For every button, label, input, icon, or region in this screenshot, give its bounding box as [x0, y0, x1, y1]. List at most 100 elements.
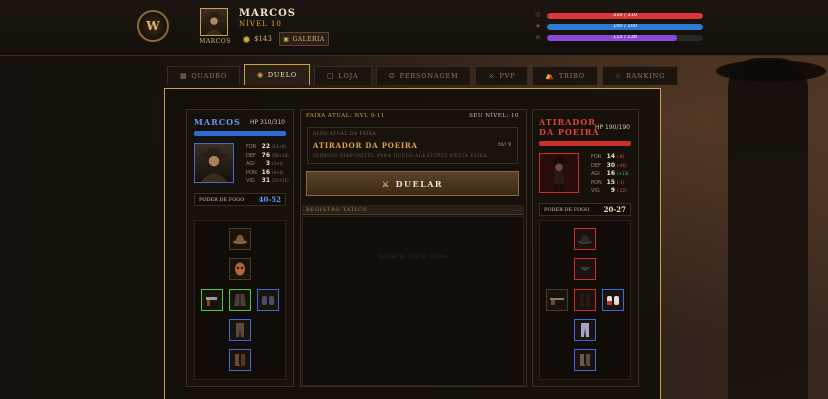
boots-icon [235, 354, 245, 366]
player-avatar[interactable] [200, 8, 228, 36]
range-header: FAIXA ATUAL: NVL 9-11 SEU NÍVEL: 10 [306, 113, 519, 119]
player-hp-bar [194, 131, 286, 136]
stat-value: 22 [261, 143, 270, 150]
stat-bar-text: 310 / 310 [613, 12, 637, 18]
stat-row-pon: PON 15 (-1) [591, 179, 629, 188]
stat-bonus: (-22) [617, 188, 627, 193]
stat-row-agi: AGI 16 (+13) [591, 170, 629, 179]
stat-row-for: FOR 14 (-8) [591, 153, 629, 162]
game-logo[interactable]: W [137, 10, 169, 42]
enemy-slot-coat[interactable] [574, 289, 596, 311]
tactical-log[interactable]: NENHUM DUELO AINDA [302, 216, 524, 386]
slot-coat[interactable] [229, 289, 251, 311]
gloves-icon [607, 296, 619, 305]
bandana-icon [580, 267, 590, 271]
logo-text: W [146, 19, 160, 33]
top-header: W MARCOS MARCOS NÍVEL 10 $143 ▣ GALERIA … [0, 0, 828, 56]
rifle-icon [550, 298, 564, 305]
header-stat-bar: ✧ 100 / 100 [535, 23, 703, 30]
slot-hat[interactable] [229, 228, 251, 250]
enemy-name-line1: ATIRADOR [539, 117, 596, 127]
revolver-icon [206, 297, 217, 306]
tab-label: QUADRO [191, 72, 227, 80]
player-stats: FOR 22 (14+8) DEF 76 (58+18) AGI 3 (3+0) PON 16 (8+… [246, 143, 289, 186]
tactical-log-header: REGISTRO TÁTICO ... [302, 205, 524, 215]
avatar-label: MARCOS [199, 38, 231, 45]
stat-bonus: (-8) [617, 154, 625, 159]
tab-tribo[interactable]: ⛺ TRIBO [532, 66, 598, 85]
tab-label: RANKING [625, 72, 666, 80]
enemy-slot-hat[interactable] [574, 228, 596, 250]
main-tabs: ▦ QUADRO ◉ DUELO ▢ LOJA ☺ PERSONAGEM ⚔ PVP ⛺ TRIBO ☆… [167, 64, 679, 85]
tab-personagem[interactable]: ☺ PERSONAGEM [375, 66, 472, 85]
enemy-slot-boots[interactable] [574, 349, 596, 371]
header-stat-bar: ♡ 310 / 310 [535, 12, 703, 19]
background-cowboy [728, 58, 808, 399]
stat-key: PON [246, 169, 257, 176]
stat-bar-track: 310 / 310 [547, 12, 703, 19]
stat-value: 16 [606, 170, 615, 177]
hat-icon [578, 235, 592, 244]
hat-icon [233, 235, 247, 244]
gunslinger-portrait-icon [540, 154, 578, 192]
stat-key: FOR [591, 154, 602, 160]
gloves-icon [262, 296, 274, 305]
tab-label: DUELO [267, 71, 297, 79]
stat-value: 30 [606, 161, 615, 169]
gold-amount: $143 [254, 35, 272, 43]
stat-value: 76 [261, 151, 270, 159]
slot-weapon[interactable] [201, 289, 223, 311]
stat-key: DEF [591, 162, 601, 169]
tab-ranking[interactable]: ☆ RANKING [601, 66, 679, 85]
player-firepower: PODER DE FOGO 40-52 [194, 193, 286, 206]
duel-icon: ◉ [256, 71, 264, 79]
enemy-slot-pants[interactable] [574, 319, 596, 341]
stat-value: 15 [606, 178, 615, 186]
stat-bonus: (14+8) [272, 144, 287, 149]
enemy-hp-bar [539, 141, 631, 146]
tab-quadro[interactable]: ▦ QUADRO [167, 66, 240, 85]
stat-value: 31 [261, 177, 270, 184]
stat-key: VIG [246, 178, 255, 184]
stat-bar-track: 100 / 100 [547, 23, 703, 30]
duel-button[interactable]: ⚔ DUELAR [306, 171, 519, 196]
slot-mask[interactable] [229, 258, 251, 280]
player-level: NÍVEL 10 [239, 20, 282, 28]
enemy-equipment [539, 220, 631, 380]
tab-loja[interactable]: ▢ LOJA [313, 66, 372, 85]
enemy-slot-gloves[interactable] [602, 289, 624, 311]
slot-gloves[interactable] [257, 289, 279, 311]
your-level: SEU NÍVEL: 10 [469, 113, 519, 119]
tactical-log-more[interactable]: ... [513, 207, 520, 213]
tab-duelo[interactable]: ◉ DUELO [243, 64, 310, 85]
stat-row-def: DEF 30 (-46) [591, 162, 629, 171]
stat-bonus: (58+18) [272, 152, 289, 158]
gallery-button[interactable]: ▣ GALERIA [279, 32, 329, 46]
slot-boots[interactable] [229, 349, 251, 371]
enemy-slot-weapon[interactable] [546, 289, 568, 311]
stat-row-def: DEF 76 (58+18) [246, 152, 289, 161]
coat-icon [234, 294, 246, 306]
stat-bonus: (-1) [617, 179, 625, 185]
slot-pants[interactable] [229, 319, 251, 341]
board-icon: ▦ [180, 72, 188, 80]
player-name: MARCOS [239, 8, 297, 19]
stat-bar-text: 115 / 138 [613, 34, 637, 40]
stat-key: PON [591, 179, 602, 186]
character-icon: ☺ [388, 72, 396, 80]
gallery-icon: ▣ [283, 35, 290, 43]
stat-row-vig: VIG 31 (20+11) [246, 177, 289, 186]
stat-bonus: (20+11) [272, 178, 289, 183]
player-equipment [194, 220, 286, 380]
pvp-icon: ⚔ [488, 72, 496, 80]
shop-icon: ▢ [326, 72, 335, 80]
enemy-firepower-label: PODER DE FOGO [544, 206, 590, 213]
tab-pvp[interactable]: ⚔ PVP [475, 66, 529, 85]
duel-button-label: DUELAR [395, 178, 444, 189]
enemy-firepower-value: 20-27 [603, 205, 626, 214]
target-name: ATIRADOR DA POEIRA [313, 141, 418, 150]
enemy-slot-bandana[interactable] [574, 258, 596, 280]
stat-bonus: (8+8) [272, 169, 284, 175]
boots-icon [580, 354, 590, 366]
enemy-name-line2: DA POEIRA [539, 127, 600, 137]
